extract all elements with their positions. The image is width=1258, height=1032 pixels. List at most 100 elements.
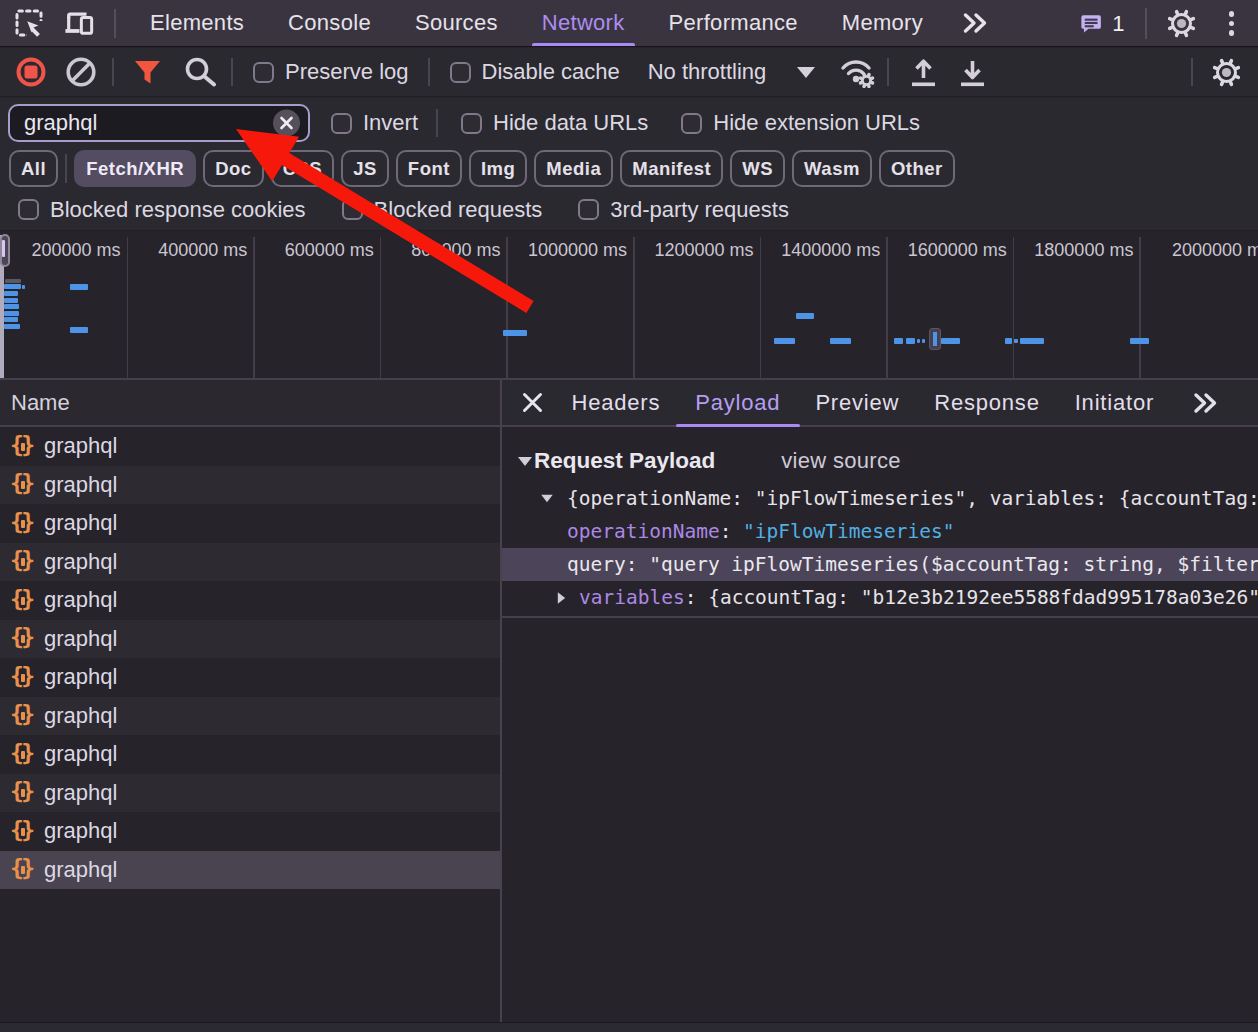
request-name: graphql	[44, 741, 117, 767]
json-braces-icon: {}	[10, 434, 35, 459]
invert-filter-checkbox[interactable]: Invert	[331, 110, 418, 136]
topbar-right-cluster: 1	[1081, 0, 1258, 47]
network-overview-timeline[interactable]: 200000 ms400000 ms600000 ms800000 ms1000…	[0, 232, 1258, 380]
details-tab-preview[interactable]: Preview	[798, 380, 917, 425]
tab-memory[interactable]: Memory	[820, 0, 945, 46]
inspect-element-button[interactable]	[14, 8, 44, 38]
network-conditions-button[interactable]	[839, 56, 876, 88]
filter-input[interactable]: graphql	[8, 104, 310, 142]
devtools-panel-tabs: ElementsConsoleSourcesNetworkPerformance…	[128, 0, 995, 46]
request-row[interactable]: {}graphql	[0, 504, 500, 543]
search-button[interactable]	[184, 57, 219, 87]
type-chip-img[interactable]: Img	[469, 150, 527, 187]
type-chip-css[interactable]: CSS	[271, 150, 335, 187]
tab-console[interactable]: Console	[266, 0, 393, 46]
hide-data-urls-checkbox[interactable]: Hide data URLs	[461, 110, 648, 136]
network-settings-button[interactable]	[1212, 58, 1241, 87]
request-row[interactable]: {}graphql	[0, 466, 500, 505]
request-row[interactable]: {}graphql	[0, 581, 500, 620]
timeline-bar	[796, 313, 814, 319]
close-details-button[interactable]	[521, 391, 544, 414]
timeline-bar	[830, 338, 851, 344]
request-row[interactable]: {}graphql	[0, 620, 500, 659]
hide-extension-urls-checkbox[interactable]: Hide extension URLs	[681, 110, 920, 136]
collapse-triangle-icon	[518, 457, 532, 466]
timeline-gridline	[506, 237, 508, 378]
filter-clear-button[interactable]	[273, 110, 300, 137]
request-row[interactable]: {}graphql	[0, 697, 500, 736]
more-panels-button[interactable]	[957, 0, 995, 46]
tab-network[interactable]: Network	[520, 0, 647, 46]
checkbox-3rd-party-requests[interactable]: 3rd-party requests	[578, 197, 789, 223]
type-chip-other[interactable]: Other	[879, 150, 955, 187]
type-chip-all[interactable]: All	[9, 150, 58, 187]
filter-toggle-button[interactable]	[134, 60, 161, 85]
timeline-bar	[774, 338, 795, 344]
timeline-bar	[906, 338, 915, 344]
tab-sources[interactable]: Sources	[393, 0, 520, 46]
export-har-button[interactable]	[960, 58, 985, 87]
details-tab-initiator[interactable]: Initiator	[1057, 380, 1171, 425]
payload-tree-row[interactable]: variables: {accountTag: "b12e3b2192ee558…	[502, 581, 1258, 614]
payload-tree-row[interactable]: operationName: "ipFlowTimeseries"	[502, 515, 1258, 548]
request-row[interactable]: {}graphql	[0, 735, 500, 774]
wifi-gear-icon	[839, 56, 876, 88]
toggle-device-toolbar-button[interactable]	[64, 8, 94, 38]
request-row[interactable]: {}graphql	[0, 812, 500, 851]
preserve-log-checkbox[interactable]: Preserve log	[253, 59, 409, 85]
record-network-log-button[interactable]	[16, 57, 46, 87]
tab-performance[interactable]: Performance	[647, 0, 820, 46]
inspect-cursor-icon	[14, 8, 44, 38]
request-row[interactable]: {}graphql	[0, 851, 500, 890]
type-chip-media[interactable]: Media	[534, 150, 613, 187]
type-chip-fetch-xhr[interactable]: Fetch/XHR	[74, 150, 196, 187]
type-chip-wasm[interactable]: Wasm	[792, 150, 872, 187]
issues-counter[interactable]: 1	[1081, 11, 1124, 37]
timeline-bar	[4, 311, 19, 316]
clear-network-log-button[interactable]	[66, 57, 96, 87]
kebab-dot	[1229, 11, 1235, 17]
disable-cache-checkbox[interactable]: Disable cache	[450, 59, 620, 85]
throttling-dropdown[interactable]: No throttling	[648, 59, 816, 85]
details-tab-response[interactable]: Response	[917, 380, 1057, 425]
name-column-header[interactable]: Name	[0, 380, 500, 427]
request-payload-header[interactable]: Request Payload view source	[518, 448, 901, 474]
timeline-bar	[1130, 338, 1149, 344]
more-details-tabs-button[interactable]	[1184, 380, 1227, 425]
topbar-separator	[114, 9, 116, 38]
settings-button[interactable]	[1167, 9, 1197, 39]
details-tab-payload[interactable]: Payload	[678, 380, 798, 425]
checkbox-blocked-response-cookies[interactable]: Blocked response cookies	[18, 197, 306, 223]
request-row[interactable]: {}graphql	[0, 658, 500, 697]
request-name: graphql	[44, 510, 117, 536]
close-x-icon	[521, 391, 544, 414]
timeline-gridline	[127, 237, 129, 378]
payload-tree-row[interactable]: query: "query ipFlowTimeseries($accountT…	[502, 548, 1258, 581]
type-chip-js[interactable]: JS	[341, 150, 389, 187]
view-source-link[interactable]: view source	[781, 448, 900, 474]
device-toolbar-icon	[64, 8, 94, 38]
type-chip-font[interactable]: Font	[396, 150, 462, 187]
details-tab-headers[interactable]: Headers	[554, 380, 678, 425]
payload-json-tree: {operationName: "ipFlowTimeseries", vari…	[502, 482, 1258, 614]
invert-label: Invert	[363, 110, 418, 136]
type-chip-ws[interactable]: WS	[730, 150, 785, 187]
more-options-kebab-button[interactable]	[1229, 11, 1235, 36]
status-bar-strip	[0, 1022, 1258, 1032]
payload-tree-row[interactable]: {operationName: "ipFlowTimeseries", vari…	[502, 482, 1258, 515]
type-chip-doc[interactable]: Doc	[203, 150, 263, 187]
request-row[interactable]: {}graphql	[0, 543, 500, 582]
import-har-button[interactable]	[911, 58, 936, 87]
overview-drag-handle[interactable]	[0, 234, 10, 267]
collapsed-triangle-icon[interactable]	[558, 592, 565, 603]
tab-elements[interactable]: Elements	[128, 0, 266, 46]
payload-section-divider	[502, 616, 1258, 618]
request-row[interactable]: {}graphql	[0, 427, 500, 466]
checkbox-box	[461, 113, 482, 134]
type-chip-manifest[interactable]: Manifest	[620, 150, 723, 187]
request-row[interactable]: {}graphql	[0, 774, 500, 813]
expanded-triangle-icon[interactable]	[541, 495, 552, 502]
kebab-dot	[1229, 30, 1235, 36]
checkbox-blocked-requests[interactable]: Blocked requests	[342, 197, 543, 223]
timeline-bar	[70, 284, 88, 290]
